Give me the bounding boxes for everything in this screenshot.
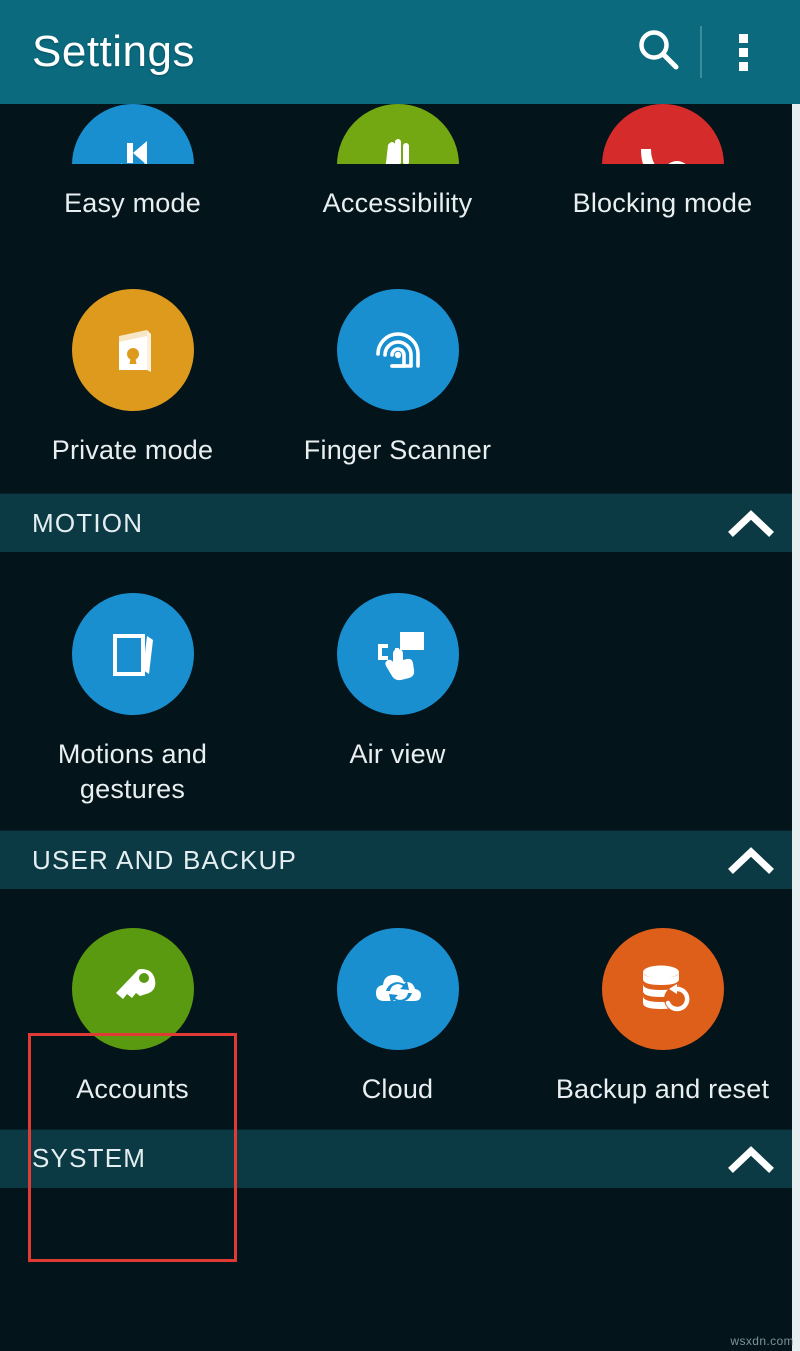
fingerprint-icon (336, 288, 459, 411)
setting-item-cloud[interactable]: Cloud (265, 928, 530, 1107)
setting-item-label: Air view (349, 739, 446, 770)
setting-item-label: Private mode (51, 434, 214, 465)
section-header-system[interactable]: SYSTEM (0, 1128, 800, 1189)
chevron-up-icon[interactable] (728, 508, 774, 538)
section-title: MOTION (32, 507, 144, 538)
cloud-sync-icon (336, 928, 459, 1051)
search-icon (635, 26, 683, 79)
section-header-user-and-backup[interactable]: USER AND BACKUP (0, 830, 800, 891)
setting-item-blocking-mode[interactable]: Blocking mode (530, 104, 795, 221)
setting-item-accessibility[interactable]: Accessibility (265, 104, 530, 221)
section-header-motion[interactable]: MOTION (0, 493, 800, 554)
app-bar: Settings (0, 0, 800, 104)
setting-item-label: Cloud (361, 1074, 434, 1105)
setting-item-air-view[interactable]: Air view (265, 593, 530, 806)
air-view-icon (336, 593, 459, 716)
setting-item-label: Motions and gestures (57, 739, 208, 804)
setting-item-label: Finger Scanner (303, 434, 492, 465)
scrollbar[interactable] (792, 104, 800, 1351)
settings-row-privacy: Private mode Finger Scanner (0, 247, 800, 494)
setting-item-label: Easy mode (64, 188, 201, 218)
setting-item-label: Accounts (76, 1074, 189, 1105)
setting-item-backup-and-reset[interactable]: Backup and reset (530, 928, 795, 1107)
section-title: SYSTEM (32, 1143, 147, 1174)
setting-item-accounts[interactable]: Accounts (0, 928, 265, 1107)
appbar-divider (700, 26, 702, 78)
setting-item-easy-mode[interactable]: Easy mode (0, 104, 265, 221)
settings-row-personalization: Easy mode Accessibility Blocking mode (0, 104, 800, 247)
easy-mode-icon (71, 104, 194, 164)
accessibility-icon (336, 104, 459, 164)
page-title: Settings (32, 27, 195, 76)
search-button[interactable] (624, 12, 694, 92)
settings-scroll-content[interactable]: Easy mode Accessibility Blocking mode Pr… (0, 104, 800, 1351)
motions-gestures-icon (71, 593, 194, 716)
backup-reset-icon (601, 928, 724, 1051)
section-title: USER AND BACKUP (32, 844, 298, 875)
key-icon (71, 928, 194, 1051)
setting-item-label: Backup and reset (555, 1074, 770, 1105)
setting-item-finger-scanner[interactable]: Finger Scanner (265, 288, 530, 468)
blocking-mode-icon (601, 104, 724, 164)
setting-item-private-mode[interactable]: Private mode (0, 288, 265, 468)
chevron-up-icon[interactable] (728, 1144, 774, 1174)
watermark: wsxdn.com (730, 1334, 794, 1348)
more-options-icon (738, 29, 748, 76)
private-mode-icon (71, 288, 194, 411)
setting-item-label: Accessibility (322, 188, 473, 218)
chevron-up-icon[interactable] (728, 845, 774, 875)
settings-row-motion: Motions and gestures Air view (0, 553, 800, 830)
more-options-button[interactable] (708, 12, 778, 92)
setting-item-label: Blocking mode (572, 188, 753, 218)
setting-item-motions-and-gestures[interactable]: Motions and gestures (0, 593, 265, 806)
settings-row-user-and-backup: Accounts Cloud Backup and reset (0, 890, 800, 1129)
